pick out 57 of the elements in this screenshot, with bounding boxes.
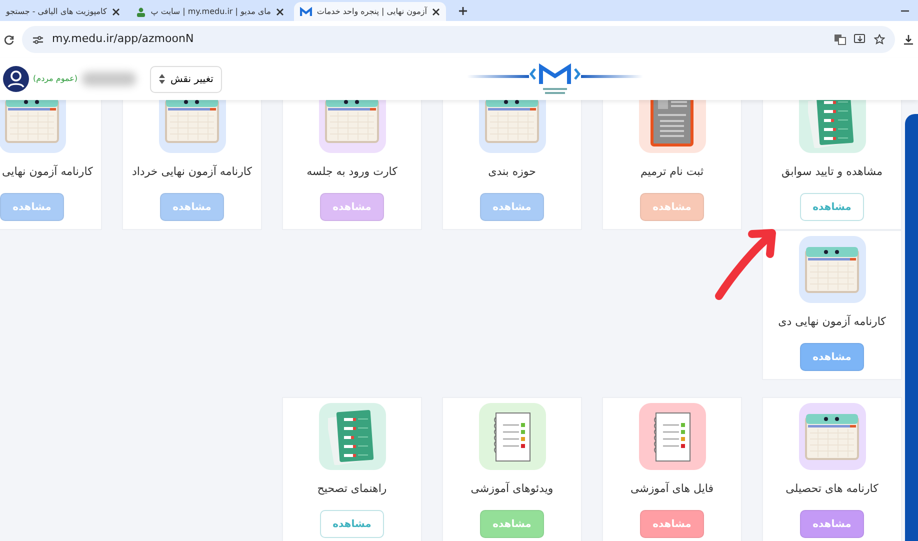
close-icon[interactable] xyxy=(112,8,120,16)
card-title: حوزه بندی xyxy=(488,164,536,180)
download-icon[interactable] xyxy=(903,34,914,45)
view-button[interactable]: مشاهده xyxy=(640,193,704,221)
favicon-icon xyxy=(136,6,146,16)
checklist-icon xyxy=(328,408,376,464)
star-icon[interactable] xyxy=(874,34,885,45)
card-title: فایل های آموزشی xyxy=(630,481,714,497)
calendar-icon xyxy=(484,100,540,144)
card-title: راهنمای تصحیح xyxy=(317,481,387,497)
card-title: کارت ورود به جلسه xyxy=(306,164,398,180)
tab-title: کامپوزیت های الیافی - جستجو xyxy=(6,6,107,18)
install-icon[interactable] xyxy=(854,34,866,45)
calendar-icon xyxy=(324,100,380,144)
tab-title: مای مدیو | my.medu.ir | سایت پ xyxy=(150,6,271,18)
report-icon xyxy=(650,100,694,146)
view-button[interactable]: مشاهده xyxy=(800,343,864,371)
view-button[interactable]: مشاهده xyxy=(800,510,864,538)
sort-icon xyxy=(158,74,164,84)
view-button[interactable]: مشاهده xyxy=(0,193,64,221)
address-bar[interactable]: my.medu.ir/app/azmoonN xyxy=(22,26,895,53)
view-button[interactable]: مشاهده xyxy=(480,510,544,538)
card-title: ویدئوهای آموزشی xyxy=(470,481,554,497)
tab-title: آزمون نهایی | پنجره واحد خدمات xyxy=(316,6,427,18)
view-button[interactable]: مشاهده xyxy=(320,193,384,221)
calendar-icon xyxy=(4,100,60,144)
card-title: مشاهده و تایید سوابق xyxy=(782,164,882,180)
site-settings-icon[interactable] xyxy=(32,34,44,44)
view-button[interactable]: مشاهده xyxy=(640,510,704,538)
calendar-icon xyxy=(164,100,220,144)
view-button[interactable]: مشاهده xyxy=(480,193,544,221)
new-tab-icon[interactable] xyxy=(458,6,468,16)
card-title: کارنامه آزمون نهایی دی xyxy=(778,314,886,330)
browser-tab[interactable]: مای مدیو | my.medu.ir | سایت پ xyxy=(130,2,290,21)
close-icon[interactable] xyxy=(432,8,440,16)
card-title: کارنامه های تحصیلی xyxy=(786,481,878,497)
notes-icon xyxy=(491,410,533,462)
reload-icon[interactable] xyxy=(4,34,14,44)
change-role-button[interactable]: تغییر نقش xyxy=(150,66,222,92)
avatar-icon[interactable] xyxy=(3,66,29,92)
view-button[interactable]: مشاهده xyxy=(160,193,224,221)
blurred-user-name xyxy=(82,72,136,86)
user-role: (عموم مردم) xyxy=(33,73,78,85)
browser-tab[interactable]: کامپوزیت های الیافی - جستجو xyxy=(0,2,126,21)
url-text: my.medu.ir/app/azmoonN xyxy=(52,31,194,48)
favicon-icon xyxy=(300,6,312,16)
view-button[interactable]: مشاهده xyxy=(320,510,384,538)
translate-icon[interactable] xyxy=(834,34,846,45)
close-icon[interactable] xyxy=(276,8,284,16)
card-title: ثبت نام ترمیم xyxy=(640,164,704,180)
card-title: کارنامه آزمون نهایی xyxy=(2,164,93,180)
view-button[interactable]: مشاهده xyxy=(800,193,864,221)
calendar-icon xyxy=(804,412,860,460)
notes-icon xyxy=(651,410,693,462)
calendar-icon xyxy=(804,246,860,294)
browser-tab[interactable]: آزمون نهایی | پنجره واحد خدمات xyxy=(294,2,446,21)
card-title: کارنامه آزمون نهایی خرداد xyxy=(132,164,252,180)
